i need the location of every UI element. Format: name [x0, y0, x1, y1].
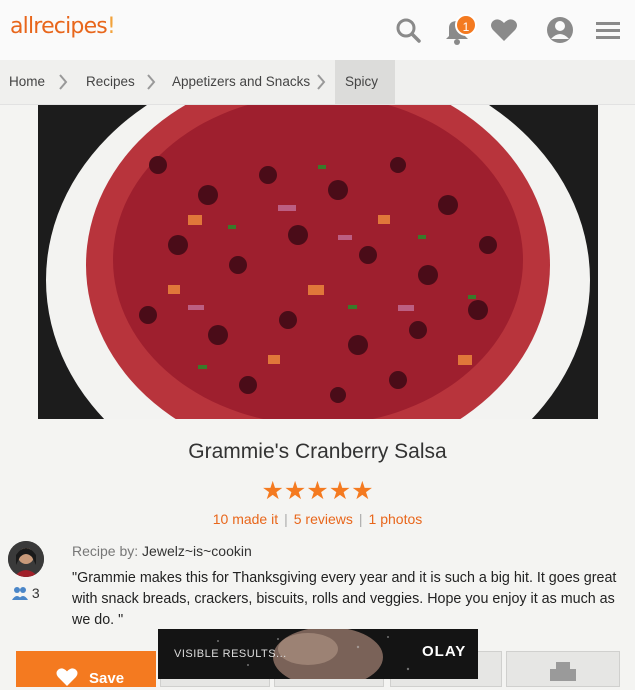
photos-link[interactable]: 1 photos: [369, 511, 423, 527]
ad-brand: OLAY: [422, 643, 467, 660]
breadcrumb-recipes[interactable]: Recipes: [86, 60, 135, 104]
recipe-stats: 10 made it | 5 reviews | 1 photos: [212, 511, 423, 527]
breadcrumb: Home Recipes Appetizers and Snacks Spicy: [0, 60, 635, 105]
allrecipes-logo[interactable]: allrecipes!: [10, 14, 116, 39]
print-button[interactable]: [506, 651, 620, 687]
followers-count: 3: [31, 585, 40, 601]
recipe-title: Grammie's Cranberry Salsa: [188, 440, 447, 463]
author-photo: [8, 541, 44, 577]
followers-icon: [12, 587, 28, 600]
printer-icon: [550, 662, 576, 681]
recipe-description: "Grammie makes this for Thanksgiving eve…: [72, 570, 617, 628]
author-followers[interactable]: 3: [12, 585, 40, 601]
chevron-right-icon: [147, 74, 156, 90]
author-avatar[interactable]: [8, 541, 44, 577]
chevron-right-icon: [59, 74, 68, 90]
rating-stars[interactable]: ★★★★★: [0, 476, 635, 506]
author-name[interactable]: Jewelz~is~cookin: [142, 543, 252, 559]
recipe-photo[interactable]: [38, 105, 598, 419]
profile-icon[interactable]: [544, 14, 576, 46]
author-byline: Recipe by: Jewelz~is~cookin: [72, 543, 252, 559]
breadcrumb-appetizers[interactable]: Appetizers and Snacks: [172, 60, 310, 104]
heart-icon[interactable]: [488, 14, 520, 46]
cranberry-salsa-image: [38, 105, 598, 419]
made-it-link[interactable]: 10 made it: [213, 511, 278, 527]
save-button[interactable]: Save: [16, 651, 156, 687]
notification-badge: 1: [455, 14, 477, 36]
search-icon[interactable]: [392, 14, 424, 46]
reviews-link[interactable]: 5 reviews: [294, 511, 353, 527]
top-bar: allrecipes! 1: [0, 0, 635, 61]
save-label: Save: [89, 670, 125, 687]
chevron-right-icon: [317, 74, 326, 90]
recipe-by-label: Recipe by:: [72, 543, 139, 559]
heart-icon: [56, 668, 78, 686]
olay-ad-banner[interactable]: VISIBLE RESULTS... OLAY: [158, 629, 478, 679]
breadcrumb-spicy[interactable]: Spicy: [335, 60, 395, 104]
breadcrumb-home[interactable]: Home: [9, 60, 45, 104]
menu-icon[interactable]: [592, 14, 624, 46]
ad-tagline: VISIBLE RESULTS...: [174, 648, 287, 660]
